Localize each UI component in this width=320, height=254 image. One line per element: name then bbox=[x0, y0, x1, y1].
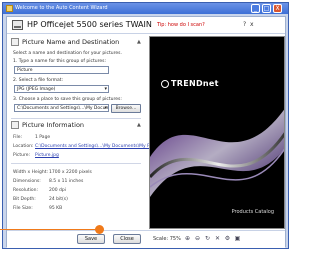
detail-value: 24 bit(s) bbox=[49, 197, 68, 202]
info-key: Picture: bbox=[13, 153, 30, 158]
info-location: Location: C:\Documents and Settings\...\M… bbox=[13, 144, 166, 149]
zoom-out-icon[interactable]: ⊖ bbox=[194, 235, 201, 242]
wave-shape bbox=[150, 109, 284, 197]
rotate-icon[interactable]: ↻ bbox=[204, 235, 211, 242]
tip-close-glyph: x bbox=[250, 21, 254, 28]
detail-key: File Size: bbox=[13, 206, 33, 211]
bottom-bar: Save Close Scale: 75% ⊕ ⊖ ↻ ✕ ⚙ ▣ bbox=[7, 230, 285, 248]
detail-value: 8.5 x 11 inches bbox=[49, 179, 84, 184]
section-title: Picture Information bbox=[22, 121, 85, 129]
detail-resolution: Resolution: 200 dpi bbox=[13, 188, 66, 193]
detail-dimensions: Dimensions: 8.5 x 11 inches bbox=[13, 179, 83, 184]
picture-name-input[interactable]: Picture bbox=[14, 66, 109, 74]
delete-icon[interactable]: ✕ bbox=[214, 235, 221, 242]
scanner-icon bbox=[12, 20, 23, 30]
location-link[interactable]: C:\Documents and Settings\...\My Documen… bbox=[35, 144, 166, 149]
callout-line bbox=[0, 229, 97, 230]
info-picture: Picture: Picture.jpg bbox=[13, 153, 59, 158]
close-window-button[interactable]: X bbox=[273, 4, 282, 13]
detail-value: 95 KB bbox=[49, 206, 63, 211]
step2-label: 2. Select a file format: bbox=[13, 78, 64, 83]
detail-key: Width x Height: bbox=[13, 170, 48, 175]
picture-link[interactable]: Picture.jpg bbox=[35, 153, 59, 158]
scanner-header: HP Officejet 5500 series TWAIN Tip: how … bbox=[7, 17, 285, 34]
app-icon bbox=[6, 5, 13, 12]
step1-label: 1. Type a name for this group of picture… bbox=[13, 59, 106, 64]
scale-readout: Scale: 75% bbox=[153, 236, 181, 242]
save-icon[interactable]: ▣ bbox=[234, 235, 241, 242]
file-format-select[interactable]: JPG (JPEG Image) bbox=[14, 85, 109, 93]
settings-pane: Picture Name and Destination ▲ Select a … bbox=[7, 35, 166, 248]
preview-artwork bbox=[150, 109, 284, 197]
brand-text: TRENDnet bbox=[171, 79, 219, 88]
preview-caption: Products Catalog bbox=[231, 209, 274, 215]
section-divider bbox=[11, 118, 141, 119]
detail-value: 200 dpi bbox=[49, 188, 66, 193]
info-key: File: bbox=[13, 135, 23, 140]
title-bar[interactable]: Welcome to the Auto Content Wizard _ □ X bbox=[3, 3, 288, 14]
scan-preview: TRENDnet Products Catalog bbox=[149, 36, 285, 229]
collapse-icon[interactable]: ▲ bbox=[137, 39, 143, 45]
destination-select[interactable]: C:\Documents and Settings\...\My Documen… bbox=[14, 104, 109, 112]
detail-key: Dimensions: bbox=[13, 179, 41, 184]
close-button[interactable]: Close bbox=[113, 234, 141, 244]
help-icon[interactable]: ? x bbox=[243, 21, 254, 28]
zoom-in-icon[interactable]: ⊕ bbox=[184, 235, 191, 242]
minimize-button[interactable]: _ bbox=[251, 4, 260, 13]
wizard-window: Welcome to the Auto Content Wizard _ □ X… bbox=[2, 2, 289, 249]
collapse-icon[interactable]: ▲ bbox=[137, 122, 143, 128]
scanner-name: HP Officejet 5500 series TWAIN bbox=[27, 20, 152, 29]
callout-marker bbox=[95, 225, 104, 234]
detail-key: Bit Depth: bbox=[13, 197, 36, 202]
info-divider bbox=[11, 163, 141, 164]
detail-size: Width x Height: 1700 x 2200 pixels bbox=[13, 170, 92, 175]
detail-value: 1700 x 2200 pixels bbox=[49, 170, 92, 175]
save-button[interactable]: Save bbox=[77, 234, 105, 244]
section-picture-info[interactable]: Picture Information bbox=[11, 121, 84, 131]
section-name-destination[interactable]: Picture Name and Destination bbox=[11, 38, 119, 48]
folder-icon bbox=[11, 38, 19, 46]
info-value: 1 Page bbox=[35, 135, 51, 140]
detail-key: Resolution: bbox=[13, 188, 39, 193]
window-title: Welcome to the Auto Content Wizard bbox=[15, 5, 108, 11]
tip-link[interactable]: Tip: how do I scan? bbox=[157, 22, 205, 28]
logo-icon bbox=[161, 79, 169, 88]
brand-logo: TRENDnet bbox=[161, 79, 219, 88]
intro-text: Select a name and destination for your p… bbox=[13, 51, 122, 56]
browse-button[interactable]: Browse... bbox=[111, 104, 141, 113]
settings-icon[interactable]: ⚙ bbox=[224, 235, 231, 242]
step3-label: 3. Choose a place to save this group of … bbox=[13, 97, 122, 102]
maximize-button[interactable]: □ bbox=[262, 4, 271, 13]
detail-file-size: File Size: 95 KB bbox=[13, 206, 62, 211]
info-file: File: 1 Page bbox=[13, 135, 50, 140]
wizard-body: HP Officejet 5500 series TWAIN Tip: how … bbox=[6, 16, 286, 248]
info-icon bbox=[11, 121, 19, 129]
help-glyph: ? bbox=[243, 21, 247, 28]
section-title: Picture Name and Destination bbox=[22, 38, 120, 46]
info-key: Location: bbox=[13, 144, 34, 149]
detail-bit-depth: Bit Depth: 24 bit(s) bbox=[13, 197, 68, 202]
